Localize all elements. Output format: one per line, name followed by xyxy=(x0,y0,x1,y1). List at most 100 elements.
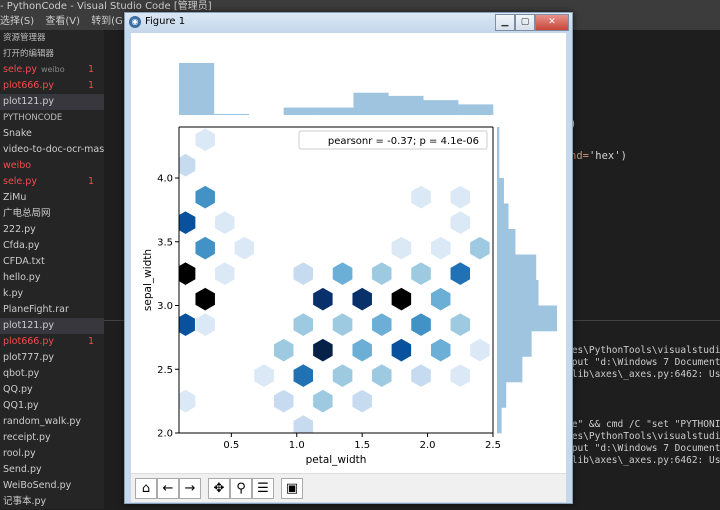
file-item[interactable]: rool.py xyxy=(0,446,104,462)
hexbin-cell xyxy=(293,363,314,388)
folder-header[interactable]: PYTHONCODE xyxy=(0,110,104,126)
open-editors-header[interactable]: 打开的编辑器 xyxy=(0,46,104,62)
hexbin-cell xyxy=(430,287,451,311)
file-item[interactable]: random_walk.py xyxy=(0,414,104,430)
file-item[interactable]: Cfda.py xyxy=(0,238,104,254)
marginal-x-bar xyxy=(213,113,250,115)
axes-mask xyxy=(131,33,179,473)
y-axis-label: sepal_width xyxy=(142,249,154,311)
forward-arrow-icon[interactable]: → xyxy=(179,478,201,499)
zoom-icon[interactable]: ⚲ xyxy=(230,478,252,499)
figure-window: ◉ Figure 1 ▁ ▢ ✕ 0.5 1.0 1.5 2.0 2.5 2.0 2.5 3.… xyxy=(124,12,573,504)
hexbin-cell xyxy=(450,261,471,286)
file-item[interactable]: sele.py 1 xyxy=(0,174,104,190)
file-item[interactable]: hello.py xyxy=(0,270,104,286)
file-item[interactable]: plot666.py 1 xyxy=(0,78,104,94)
marginal-y-bar xyxy=(497,254,537,281)
file-item[interactable]: weibo xyxy=(0,158,104,174)
file-name: video-to-doc-ocr-mas... xyxy=(3,144,104,155)
pan-icon[interactable]: ✥ xyxy=(208,478,230,499)
file-item[interactable]: plot666.py 1 xyxy=(0,334,104,350)
menu-item-select[interactable]: 选择(S) xyxy=(0,16,34,27)
marginal-y-bar xyxy=(497,152,500,179)
hexbin-cell xyxy=(450,185,471,209)
home-icon[interactable]: ⌂ xyxy=(135,478,157,499)
open-editors-list: sele.py weibo 1 plot666.py 1 plot121.py xyxy=(0,62,104,110)
hexbin-cell xyxy=(273,389,294,413)
file-name: plot666.py xyxy=(3,336,55,347)
file-name: hello.py xyxy=(3,272,41,283)
marginal-y-bar xyxy=(497,407,502,434)
menu-item-goto[interactable]: 转到(G xyxy=(91,16,123,27)
close-button[interactable]: ✕ xyxy=(535,14,569,31)
hexbin-cell xyxy=(332,363,353,388)
hexbin-cell xyxy=(410,363,432,388)
figure-toolbar: ⌂ ← → ✥ ⚲ ☰ ▣ xyxy=(131,473,566,502)
hexbin-cell xyxy=(194,127,216,152)
menu-item-view[interactable]: 查看(V) xyxy=(45,16,80,27)
save-icon[interactable]: ▣ xyxy=(281,478,303,499)
hexbin-cell xyxy=(214,210,236,235)
hexbin-cell xyxy=(194,185,216,209)
file-item[interactable]: 广电总局网 xyxy=(0,206,104,222)
file-item[interactable]: Send.py xyxy=(0,462,104,478)
marginal-x-bar xyxy=(458,104,494,115)
file-item[interactable]: 222.py xyxy=(0,222,104,238)
hexbin-cell xyxy=(391,287,412,311)
file-name: rool.py xyxy=(3,448,36,459)
file-item[interactable]: WeiBoSend.py xyxy=(0,478,104,494)
figure-canvas[interactable]: 0.5 1.0 1.5 2.0 2.5 2.0 2.5 3.0 3.5 4.0 petal_widt… xyxy=(131,33,566,473)
file-name: 222.py xyxy=(3,224,36,235)
marginal-y-bar xyxy=(497,356,523,383)
file-item[interactable]: PlaneFight.rar xyxy=(0,302,104,318)
hexbin-cell xyxy=(410,312,432,337)
file-item[interactable]: plot121.py xyxy=(0,318,104,334)
figure-title: Figure 1 xyxy=(145,16,186,27)
minimize-button[interactable]: ▁ xyxy=(495,14,515,31)
file-item[interactable]: plot777.py xyxy=(0,350,104,366)
file-name: weibo xyxy=(3,160,32,171)
back-arrow-icon[interactable]: ← xyxy=(157,478,179,499)
file-name: QQ1.py xyxy=(3,400,39,411)
file-item[interactable]: sele.py weibo 1 xyxy=(0,62,104,78)
file-item[interactable]: video-to-doc-ocr-mas... xyxy=(0,142,104,158)
hexbin-cell xyxy=(293,261,314,286)
figure-title-bar[interactable]: ◉ Figure 1 ▁ ▢ ✕ xyxy=(125,13,572,33)
hexbin-cell xyxy=(332,312,353,337)
y-tick-label: 2.0 xyxy=(157,429,173,440)
hexbin-cell xyxy=(312,338,334,362)
x-tick-label: 2.5 xyxy=(485,440,501,451)
problem-count-badge: 1 xyxy=(87,176,94,187)
explorer-header: 资源管理器 xyxy=(3,33,46,43)
file-item[interactable]: receipt.py xyxy=(0,430,104,446)
marginal-y-bar xyxy=(497,203,509,230)
problem-count-badge: 1 xyxy=(87,64,94,75)
file-item[interactable]: qbot.py xyxy=(0,366,104,382)
hexbin-cell xyxy=(371,261,393,286)
vscode-window-title: - PythonCode - Visual Studio Code [管理员] xyxy=(0,1,212,12)
marginal-x-bar xyxy=(388,95,424,115)
hexbin-cell xyxy=(312,287,334,311)
file-item[interactable]: ZiMu xyxy=(0,190,104,206)
hexbin-cell xyxy=(430,338,451,362)
marginal-y-bar xyxy=(497,280,539,306)
terminal-line: tput "d:\Windows 7 Documents\ xyxy=(566,443,720,454)
maximize-button[interactable]: ▢ xyxy=(515,14,535,31)
file-item[interactable]: k.py xyxy=(0,286,104,302)
file-name: receipt.py xyxy=(3,432,51,443)
hexbin-cell xyxy=(332,261,353,286)
file-item[interactable]: CFDA.txt xyxy=(0,254,104,270)
file-item[interactable]: QQ.py xyxy=(0,382,104,398)
marginal-y-bar xyxy=(497,382,507,408)
hexbin-cell xyxy=(410,261,432,286)
x-tick-label: 2.0 xyxy=(420,440,436,451)
hexbin-cell xyxy=(273,338,294,362)
file-name: WeiBoSend.py xyxy=(3,480,72,491)
configure-subplots-icon[interactable]: ☰ xyxy=(252,478,274,499)
file-name: QQ.py xyxy=(3,384,33,395)
file-item[interactable]: QQ1.py xyxy=(0,398,104,414)
axes-mask xyxy=(179,117,493,127)
file-item[interactable]: Snake xyxy=(0,126,104,142)
file-item[interactable]: plot121.py xyxy=(0,94,104,110)
file-item[interactable]: 记事本.py xyxy=(0,494,104,509)
